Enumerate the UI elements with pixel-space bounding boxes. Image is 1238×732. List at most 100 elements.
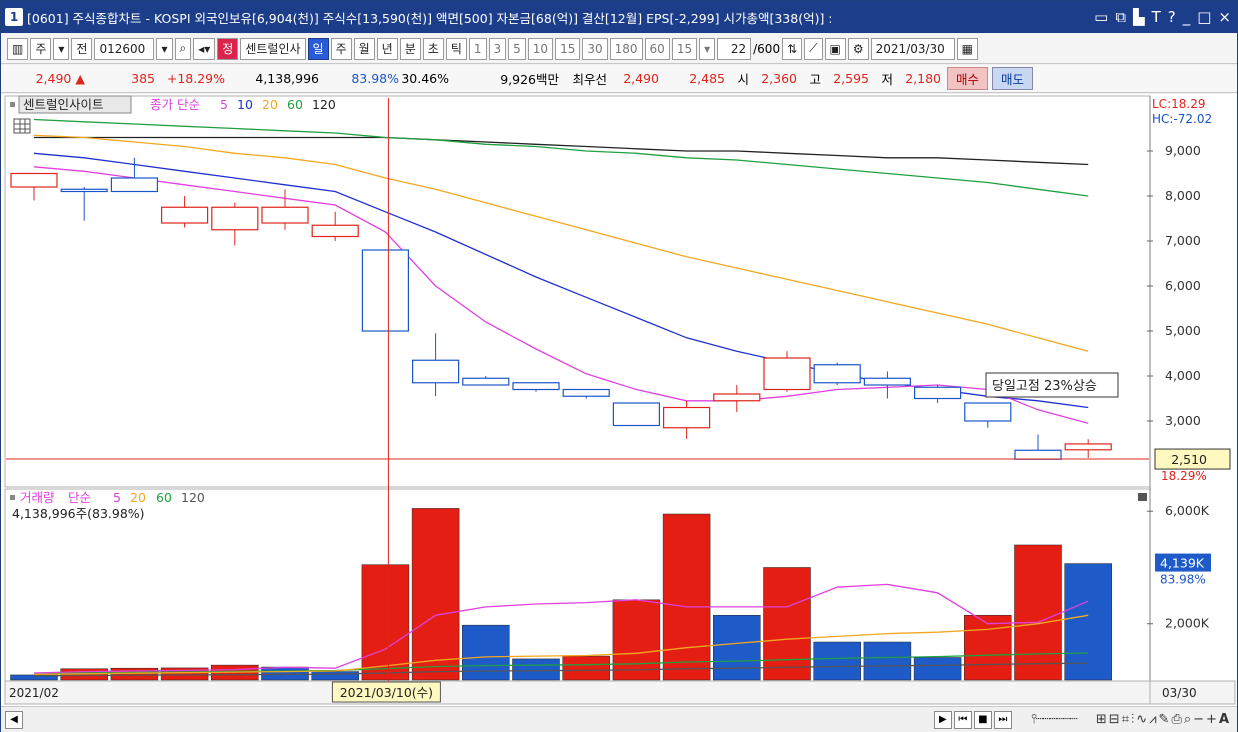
window-restore-icon[interactable]: ▭ xyxy=(1094,8,1108,26)
date-input[interactable]: 2021/03/30 xyxy=(870,37,955,60)
vol-info: 4,138,996주(83.98%) xyxy=(12,506,145,521)
candle-body xyxy=(161,206,209,224)
count-max: /600 xyxy=(753,41,781,56)
table-icon[interactable] xyxy=(13,118,31,134)
minute-1[interactable]: 1 xyxy=(468,37,487,60)
minimize-icon[interactable]: _ xyxy=(1183,8,1191,26)
period-year[interactable]: 년 xyxy=(376,37,398,60)
magnifier-icon[interactable]: ⌕ xyxy=(1184,711,1191,729)
drawing-tool-icon[interactable]: ⟋ xyxy=(804,37,823,60)
volume-bar xyxy=(763,567,811,681)
period-second[interactable]: 초 xyxy=(422,37,444,60)
last-icon[interactable]: ⏭ xyxy=(993,710,1012,729)
price-tick-label: 9,000 xyxy=(1165,143,1201,158)
stock-chart[interactable]: 9,000 8,000 7,000 6,000 5,000 4,000 3,000 6,00… xyxy=(1,94,1237,706)
period-day[interactable]: 일 xyxy=(307,37,329,60)
bottom-bar: ◀ ▶ ⏮ ■ ⏭ ⫯┈┈┈┈┈┈ ⊞ ⊟ ⌗ ⫶ ∿ ⩘ ✎ ⎙ ⌕ − + … xyxy=(1,706,1237,732)
low-price: 2,180 xyxy=(905,71,941,86)
period-tick[interactable]: 틱 xyxy=(445,37,467,60)
dropdown-icon[interactable]: ▾ xyxy=(53,37,70,60)
sell-button[interactable]: 매도 xyxy=(992,67,1034,90)
candle-body xyxy=(1064,443,1112,451)
split-icon[interactable]: ⊞ xyxy=(1096,711,1107,729)
minute-30[interactable]: 30 xyxy=(582,37,608,60)
vol-legend-ma20: 20 xyxy=(130,490,146,505)
print-icon[interactable]: ⎙ xyxy=(1171,711,1181,729)
pin-icon[interactable]: ▙ xyxy=(1133,8,1145,26)
minute-60[interactable]: 60 xyxy=(644,37,670,60)
bar-icon[interactable]: ⩘ xyxy=(1149,711,1156,729)
minute-180[interactable]: 180 xyxy=(609,37,643,60)
window-cascade-icon[interactable]: ⧉ xyxy=(1115,8,1126,26)
open-price: 2,360 xyxy=(761,71,797,86)
calendar-icon[interactable]: ▦ xyxy=(956,37,978,60)
font-a-icon[interactable]: A xyxy=(1219,711,1229,729)
period-month[interactable]: 월 xyxy=(353,37,375,60)
volume-bar xyxy=(1064,563,1112,681)
chart-area[interactable]: 9,000 8,000 7,000 6,000 5,000 4,000 3,000 6,00… xyxy=(1,94,1237,706)
sound-icon[interactable]: ◂▾ xyxy=(193,37,216,60)
price-grid: 9,000 8,000 7,000 6,000 5,000 4,000 3,000 xyxy=(1147,143,1201,428)
line-icon[interactable]: ∿ xyxy=(1136,711,1147,729)
last-price-label: 2,510 xyxy=(1171,452,1207,467)
chart-type-icon[interactable]: ⌗ xyxy=(1122,711,1129,729)
period-minute[interactable]: 분 xyxy=(399,37,421,60)
chart-window: 1 [0601] 주식종합차트 - KOSPI 외국인보유[6,904(천)] … xyxy=(0,0,1238,732)
candle-body xyxy=(10,172,58,188)
save-icon[interactable]: ▣ xyxy=(824,37,846,60)
stop-icon[interactable]: ■ xyxy=(973,710,992,729)
volume: 4,138,996 xyxy=(255,71,319,86)
legend-ma60: 60 xyxy=(287,97,303,112)
minute-5[interactable]: 5 xyxy=(508,37,526,60)
buy-button[interactable]: 매수 xyxy=(947,67,989,90)
zoom-out-icon[interactable]: − xyxy=(1193,711,1204,729)
legend-ma5: 5 xyxy=(220,97,228,112)
candle-body xyxy=(713,393,761,402)
close-icon[interactable]: × xyxy=(1218,8,1231,26)
code-dropdown-icon[interactable]: ▾ xyxy=(156,37,173,60)
layout-icon[interactable]: ▥ xyxy=(7,37,29,60)
count-input[interactable]: 22 xyxy=(717,37,752,60)
high-label: 고 xyxy=(809,72,821,87)
minute-15[interactable]: 15 xyxy=(555,37,581,60)
zoom-in-icon[interactable]: + xyxy=(1206,711,1217,729)
candle-body xyxy=(261,206,309,224)
amount: 9,926백만 xyxy=(500,72,559,87)
all-button[interactable]: 전 xyxy=(71,37,93,60)
maximize-icon[interactable]: □ xyxy=(1197,8,1211,26)
market-select[interactable]: 주 xyxy=(30,37,52,60)
price-tick-label: 4,000 xyxy=(1165,368,1201,383)
zoom-slider[interactable]: ⫯┈┈┈┈┈┈ xyxy=(1014,711,1094,729)
volume-bar xyxy=(913,657,962,681)
price-tick-label: 5,000 xyxy=(1165,323,1201,338)
compare-icon[interactable]: ⇅ xyxy=(782,37,803,60)
volume-bar xyxy=(964,615,1012,681)
volume-bar xyxy=(311,671,359,681)
minute-10[interactable]: 10 xyxy=(527,37,554,60)
candle-icon[interactable]: ⫶ xyxy=(1131,711,1134,729)
stock-code-input[interactable]: 012600 xyxy=(94,37,155,60)
window-number[interactable]: 1 xyxy=(5,8,23,26)
candle-body xyxy=(512,382,560,391)
interval-input[interactable]: 15 xyxy=(671,37,698,60)
font-icon[interactable]: T xyxy=(1152,8,1161,26)
period-week[interactable]: 주 xyxy=(330,37,352,60)
hc-label: HC:-72.02 xyxy=(1152,112,1212,126)
scroll-left-icon[interactable]: ◀ xyxy=(5,710,23,729)
volume-bar xyxy=(411,508,460,681)
annotation-text: 당일고점 23%상승 xyxy=(992,379,1097,394)
window-icon[interactable]: ⊟ xyxy=(1109,711,1120,729)
gear-icon[interactable]: ⚙ xyxy=(847,37,869,60)
scroll-right-icon[interactable]: ▶ xyxy=(933,710,952,729)
bid-price: 2,485 xyxy=(689,71,725,86)
interval-dropdown-icon[interactable]: ▾ xyxy=(699,37,716,60)
panel-close-icon[interactable] xyxy=(1138,493,1147,501)
candle-body xyxy=(813,364,861,384)
high-price: 2,595 xyxy=(833,71,869,86)
minute-3[interactable]: 3 xyxy=(488,37,507,60)
draw-icon[interactable]: ✎ xyxy=(1159,711,1170,729)
stock-tag: 정 xyxy=(217,37,239,60)
first-icon[interactable]: ⏮ xyxy=(953,710,972,729)
help-icon[interactable]: ? xyxy=(1168,8,1176,26)
search-icon[interactable]: ⌕ xyxy=(174,37,192,60)
